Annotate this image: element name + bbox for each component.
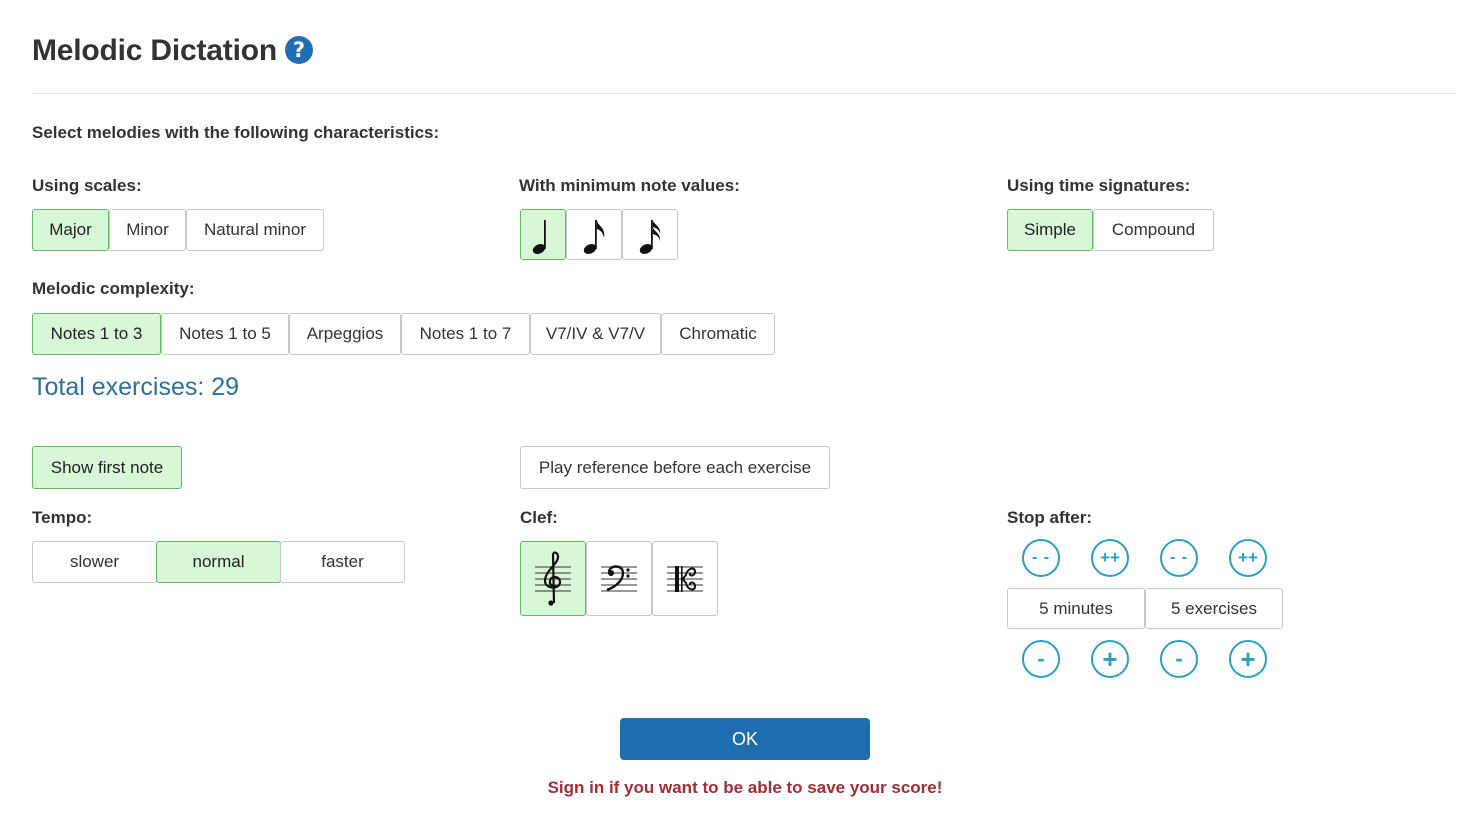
- double-plus-icon: ++: [1100, 548, 1120, 567]
- double-minus-icon: - -: [1169, 549, 1189, 566]
- exercises-big-decrease-button[interactable]: - -: [1160, 539, 1198, 577]
- double-plus-icon: ++: [1238, 548, 1258, 567]
- help-icon[interactable]: ?: [285, 36, 313, 64]
- time-compound-button[interactable]: Compound: [1093, 209, 1214, 251]
- minutes-big-decrease-button[interactable]: - -: [1022, 539, 1060, 577]
- tempo-faster-button[interactable]: faster: [280, 541, 405, 583]
- minus-icon: -: [1175, 646, 1183, 671]
- clef-treble-button[interactable]: [520, 541, 586, 616]
- signin-prompt[interactable]: Sign in if you want to be able to save y…: [420, 778, 1070, 798]
- note-value-sixteenth-button[interactable]: [622, 209, 678, 260]
- note-value-quarter-button[interactable]: [520, 209, 566, 260]
- complexity-notes-1-7-button[interactable]: Notes 1 to 7: [401, 313, 530, 355]
- total-exercises: Total exercises: 29: [32, 373, 240, 401]
- minutes-big-increase-button[interactable]: ++: [1091, 539, 1129, 577]
- complexity-arpeggios-button[interactable]: Arpeggios: [289, 313, 401, 355]
- plus-icon: +: [1102, 644, 1118, 674]
- minus-icon: -: [1037, 646, 1045, 671]
- note-value-eighth-button[interactable]: [566, 209, 622, 260]
- sixteenth-note-icon: [639, 219, 661, 254]
- stop-exercises-value: 5 exercises: [1145, 588, 1283, 629]
- page-title: Melodic Dictation: [32, 34, 277, 67]
- quarter-note-icon: [532, 219, 546, 254]
- tempo-normal-button[interactable]: normal: [156, 541, 281, 583]
- tempo-slower-button[interactable]: slower: [32, 541, 157, 583]
- exercises-increase-button[interactable]: +: [1229, 640, 1267, 678]
- clef-alto-button[interactable]: [652, 541, 718, 616]
- time-simple-button[interactable]: Simple: [1007, 209, 1093, 251]
- double-minus-icon: - -: [1031, 549, 1051, 566]
- bass-clef-icon: [601, 564, 637, 591]
- complexity-secondary-dominants-button[interactable]: V7/IV & V7/V: [530, 313, 661, 355]
- tempo-label: Tempo:: [32, 508, 93, 527]
- ok-button[interactable]: OK: [620, 718, 870, 760]
- stop-minutes-value: 5 minutes: [1007, 588, 1145, 629]
- scales-label: Using scales:: [32, 176, 142, 195]
- stop-after-label: Stop after:: [1007, 508, 1092, 527]
- complexity-notes-1-5-button[interactable]: Notes 1 to 5: [161, 313, 289, 355]
- header-divider: [32, 93, 1456, 94]
- plus-icon: +: [1240, 644, 1256, 674]
- eighth-note-icon: [583, 219, 605, 254]
- clef-label: Clef:: [520, 508, 558, 527]
- exercises-big-increase-button[interactable]: ++: [1229, 539, 1267, 577]
- treble-clef-icon: [535, 550, 571, 606]
- play-reference-toggle[interactable]: Play reference before each exercise: [520, 446, 830, 489]
- show-first-note-toggle[interactable]: Show first note: [32, 446, 182, 489]
- scale-minor-button[interactable]: Minor: [109, 209, 186, 251]
- complexity-chromatic-button[interactable]: Chromatic: [661, 313, 775, 355]
- note-values-label: With minimum note values:: [519, 176, 740, 195]
- minutes-decrease-button[interactable]: -: [1022, 640, 1060, 678]
- clef-bass-button[interactable]: [586, 541, 652, 616]
- exercises-decrease-button[interactable]: -: [1160, 640, 1198, 678]
- alto-clef-icon: [667, 565, 703, 592]
- minutes-increase-button[interactable]: +: [1091, 640, 1129, 678]
- scale-natural-minor-button[interactable]: Natural minor: [186, 209, 324, 251]
- complexity-label: Melodic complexity:: [32, 279, 195, 298]
- intro-text: Select melodies with the following chara…: [32, 123, 440, 142]
- time-signatures-label: Using time signatures:: [1007, 176, 1191, 195]
- scale-major-button[interactable]: Major: [32, 209, 109, 251]
- complexity-notes-1-3-button[interactable]: Notes 1 to 3: [32, 313, 161, 355]
